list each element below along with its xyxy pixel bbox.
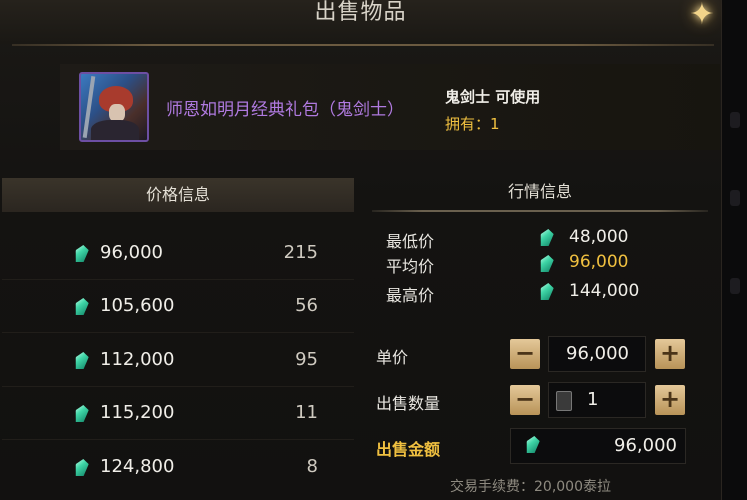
- highest-price-label: 最高价: [386, 286, 435, 305]
- close-star-icon[interactable]: ✦: [682, 0, 722, 32]
- highest-price-value: 144,000: [569, 281, 640, 301]
- price-row[interactable]: 124,800 8: [2, 442, 354, 494]
- price-value: 96,000: [100, 242, 163, 263]
- unit-price-plus-button[interactable]: +: [655, 339, 685, 369]
- gem-icon: [73, 245, 90, 262]
- price-row[interactable]: 105,600 56: [2, 281, 354, 333]
- background-ghost: [730, 190, 740, 206]
- character-portrait-icon[interactable]: [79, 72, 149, 142]
- item-name: 师恩如明月经典礼包（鬼剑士）: [166, 100, 404, 120]
- price-count: 56: [295, 295, 318, 316]
- price-count: 95: [295, 349, 318, 370]
- dialog-title: 出售物品: [314, 0, 407, 25]
- background-ghost: [730, 278, 740, 294]
- quantity-minus-button[interactable]: −: [510, 385, 540, 415]
- unit-price-label: 单价: [376, 348, 409, 367]
- unit-price-input[interactable]: 96,000: [548, 336, 646, 372]
- price-info-header: 价格信息: [2, 178, 354, 212]
- transaction-fee: 交易手续费：20,000泰拉: [450, 479, 611, 495]
- market-info-header: 行情信息: [507, 182, 572, 201]
- price-row[interactable]: 115,200 11: [2, 388, 354, 440]
- item-owned-count: 拥有：1: [445, 115, 500, 133]
- unit-price-minus-button[interactable]: −: [510, 339, 540, 369]
- gem-icon: [73, 459, 90, 476]
- price-row[interactable]: 112,000 95: [2, 335, 354, 387]
- price-count: 215: [283, 242, 318, 263]
- quantity-plus-button[interactable]: +: [655, 385, 685, 415]
- price-count: 11: [295, 402, 318, 423]
- background-ghost: [730, 112, 740, 128]
- title-divider: [12, 44, 714, 46]
- gem-icon: [73, 405, 90, 422]
- price-value: 105,600: [100, 295, 175, 316]
- gem-icon: [73, 298, 90, 315]
- gem-icon: [73, 352, 90, 369]
- quantity-label: 出售数量: [376, 394, 441, 413]
- item-usable-class: 鬼剑士 可使用: [445, 88, 541, 106]
- average-price-value: 96,000: [569, 252, 629, 272]
- price-value: 124,800: [100, 456, 175, 477]
- calculator-icon[interactable]: [556, 391, 572, 411]
- average-price-label: 平均价: [386, 257, 435, 276]
- market-divider: [372, 210, 708, 212]
- price-row[interactable]: 96,000 215: [2, 228, 354, 280]
- lowest-price-value: 48,000: [569, 227, 629, 247]
- price-value: 115,200: [100, 402, 175, 423]
- background-strip: [721, 0, 747, 500]
- price-count: 8: [306, 456, 318, 477]
- price-value: 112,000: [100, 349, 175, 370]
- total-amount-label: 出售金额: [376, 440, 441, 459]
- lowest-price-label: 最低价: [386, 232, 435, 251]
